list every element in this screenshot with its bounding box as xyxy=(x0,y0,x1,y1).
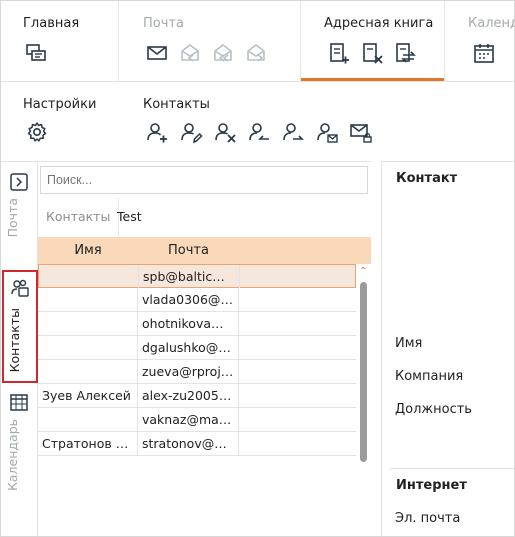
nav-contacts-label: Контакты xyxy=(7,308,22,373)
tab-test[interactable]: Test xyxy=(109,198,150,238)
nav-mail[interactable]: Почта xyxy=(1,162,38,270)
cell-email: alex-zu2005@... xyxy=(138,384,239,407)
column-header-email[interactable]: Почта xyxy=(138,237,239,264)
gear-icon[interactable] xyxy=(25,120,49,144)
table-row[interactable]: vaknaz@mail.ru xyxy=(38,408,356,432)
calendar-nav-icon xyxy=(9,392,29,412)
tab-contacts-list[interactable]: Контакты xyxy=(38,198,120,238)
tab-home-label: Главная xyxy=(23,16,80,31)
field-name-label: Имя xyxy=(395,336,423,351)
cell-email: dgalushko@e... xyxy=(138,336,239,359)
nav-calendar-label: Календарь xyxy=(5,419,20,491)
app-window: Главная Почта Адресная книга Кален Настр… xyxy=(0,0,515,537)
table-header: Имя Почта xyxy=(38,237,371,264)
nav-mail-label: Почта xyxy=(5,198,20,238)
add-address-icon[interactable] xyxy=(327,41,351,65)
forward-mail-icon[interactable] xyxy=(244,41,268,65)
mail-nav-icon xyxy=(9,172,29,192)
edit-contact-icon[interactable] xyxy=(179,120,203,144)
cell-name xyxy=(38,360,138,383)
cell-email: vlada0306@y... xyxy=(138,288,239,311)
cell-email: ohotnikova@r... xyxy=(138,312,239,335)
send-mail-lock-icon[interactable] xyxy=(349,120,373,144)
internet-section-header: Интернет xyxy=(396,478,467,493)
ribbon-toolbar: Настройки Контакты xyxy=(1,83,514,161)
vertical-scrollbar[interactable]: ⌃ xyxy=(356,264,371,462)
tab-mail-label: Почта xyxy=(143,16,184,31)
nav-calendar[interactable]: Календарь xyxy=(1,383,38,536)
cell-name xyxy=(38,408,138,431)
table-row[interactable]: Зуев Алексей alex-zu2005@... xyxy=(38,384,356,408)
cell-email: zueva@rproje... xyxy=(138,360,239,383)
reply-mail-icon[interactable] xyxy=(178,41,202,65)
tab-home[interactable]: Главная xyxy=(1,1,119,81)
export-contact-icon[interactable] xyxy=(281,120,305,144)
section-divider xyxy=(390,468,514,469)
cell-name xyxy=(38,288,138,311)
contact-section-header: Контакт xyxy=(396,171,458,186)
search-input[interactable] xyxy=(40,166,368,194)
cell-name xyxy=(38,312,138,335)
scroll-up-arrow-icon[interactable]: ⌃ xyxy=(359,266,367,277)
scrollbar-thumb[interactable] xyxy=(360,282,367,462)
contact-detail-pane: Контакт Имя Компания Должность Интернет … xyxy=(381,161,514,536)
tab-mail[interactable]: Почта xyxy=(119,1,301,81)
delete-address-icon[interactable] xyxy=(360,41,384,65)
tab-address-book[interactable]: Адресная книга xyxy=(301,1,445,81)
contact-list-tabs: Контакты Test xyxy=(38,198,371,238)
table-row[interactable]: Стратонов Де... stratonov@ap... xyxy=(38,432,356,456)
tab-calendar[interactable]: Календарь xyxy=(445,1,514,81)
active-tab-underline xyxy=(301,78,444,81)
side-navigation: Почта Контакты Календарь xyxy=(1,161,38,536)
field-position-label: Должность xyxy=(395,402,472,417)
cell-name xyxy=(38,336,138,359)
cell-name: Зуев Алексей xyxy=(38,384,138,407)
column-header-name[interactable]: Имя xyxy=(38,237,138,264)
contact-mail-icon[interactable] xyxy=(315,120,339,144)
delete-contact-icon[interactable] xyxy=(213,120,237,144)
table-row[interactable]: ohotnikova@r... xyxy=(38,312,356,336)
ribbon-tabs: Главная Почта Адресная книга Кален xyxy=(1,1,514,82)
add-contact-icon[interactable] xyxy=(145,120,169,144)
home-dashboard-icon[interactable] xyxy=(24,41,48,65)
field-company-label: Компания xyxy=(395,369,464,384)
table-row[interactable]: vlada0306@y... xyxy=(38,288,356,312)
table-row[interactable]: zueva@rproje... xyxy=(38,360,356,384)
tab-calendar-label: Календарь xyxy=(468,16,514,31)
cell-name: Стратонов Де... xyxy=(38,432,138,455)
cell-email: spb@balticma... xyxy=(139,265,240,288)
field-email-label: Эл. почта xyxy=(395,511,461,526)
tab-address-book-label: Адресная книга xyxy=(324,16,434,31)
calendar-icon[interactable] xyxy=(472,41,496,65)
table-row[interactable]: spb@balticma... xyxy=(38,264,356,288)
contacts-nav-icon xyxy=(10,278,30,298)
contacts-list-pane: Контакты Test Имя Почта spb@balticma... … xyxy=(38,161,371,536)
settings-label: Настройки xyxy=(23,97,97,112)
reply-all-mail-icon[interactable] xyxy=(211,41,235,65)
contacts-group-label: Контакты xyxy=(143,97,210,112)
cell-email: stratonov@ap... xyxy=(138,432,239,455)
cell-email: vaknaz@mail.ru xyxy=(138,408,239,431)
cell-name xyxy=(39,265,139,288)
import-contact-icon[interactable] xyxy=(247,120,271,144)
table-row[interactable]: dgalushko@e... xyxy=(38,336,356,360)
envelope-icon[interactable] xyxy=(145,41,169,65)
nav-contacts[interactable]: Контакты xyxy=(2,270,38,383)
export-address-icon[interactable] xyxy=(393,41,417,65)
